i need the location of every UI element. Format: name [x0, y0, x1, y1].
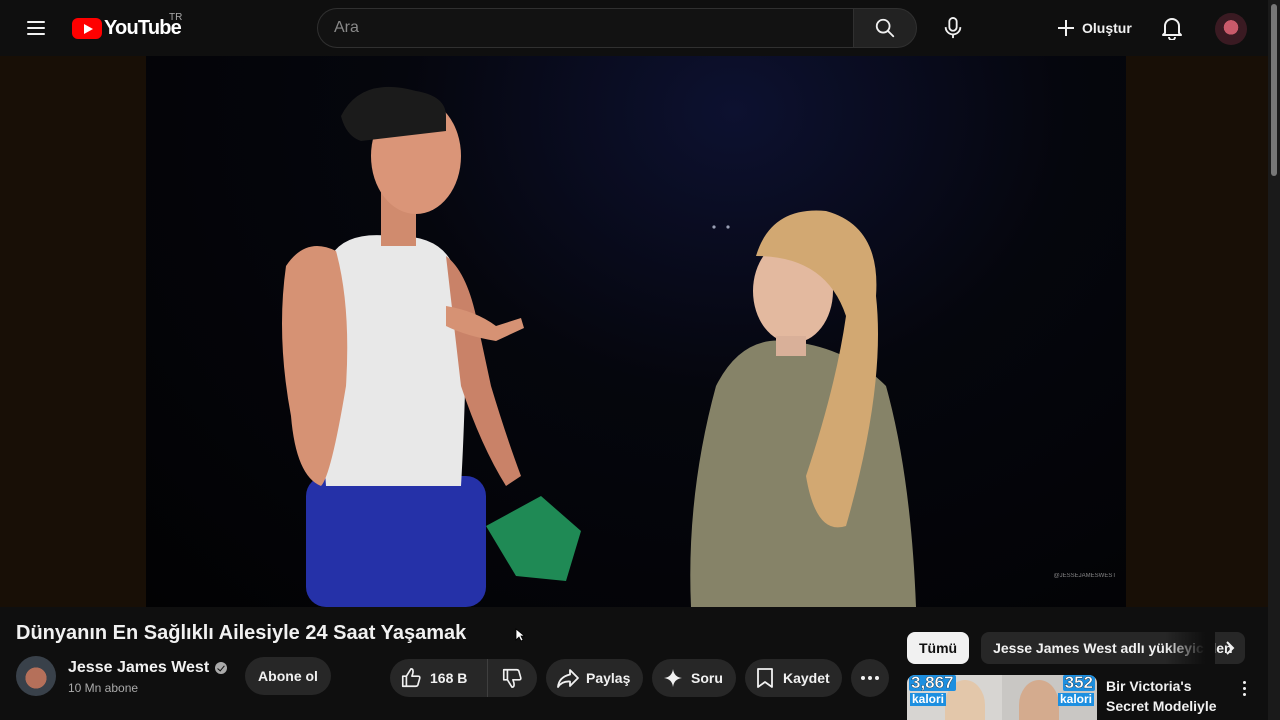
share-button[interactable]: Paylaş [546, 659, 643, 697]
video-frame[interactable]: @JESSEJAMESWEST [146, 56, 1126, 607]
dislike-button[interactable] [488, 659, 536, 697]
more-actions-button[interactable] [851, 659, 889, 697]
bell-icon [1162, 18, 1182, 40]
more-horizontal-icon [861, 676, 879, 680]
bookmark-icon [757, 668, 773, 688]
plus-icon [1058, 20, 1074, 36]
search-box [317, 8, 854, 48]
thumb-left-number: 3,867 [909, 675, 956, 692]
video-scene [282, 86, 916, 607]
youtube-logo-icon [72, 17, 102, 39]
more-vertical-icon[interactable] [1236, 678, 1252, 698]
man-figure [282, 86, 581, 607]
chip-fade [1165, 631, 1215, 664]
voice-search-button[interactable] [933, 8, 973, 48]
thumb-person-right [1019, 680, 1059, 720]
mouse-cursor-icon [515, 628, 525, 642]
chevron-right-icon [1226, 641, 1235, 655]
search-input[interactable] [318, 9, 854, 47]
search-button[interactable] [853, 8, 917, 48]
youtube-logo[interactable]: YouTube [72, 16, 182, 40]
account-avatar[interactable] [1215, 13, 1247, 45]
search-icon [875, 18, 895, 38]
share-label: Paylaş [586, 670, 631, 686]
share-icon [557, 669, 579, 688]
channel-name[interactable]: Jesse James West [68, 659, 209, 677]
ask-button[interactable]: Soru [652, 659, 736, 697]
country-code: TR [169, 12, 183, 23]
subscribe-button[interactable]: Abone ol [245, 657, 331, 695]
create-button[interactable]: Oluştur [1044, 10, 1144, 46]
thumb-up-icon [401, 668, 421, 688]
recommendation-thumbnail[interactable]: 3,867 kalori 352 kalori [907, 675, 1097, 720]
channel-avatar[interactable] [16, 656, 56, 696]
chips-next-button[interactable] [1214, 632, 1246, 664]
save-button[interactable]: Kaydet [745, 659, 842, 697]
channel-name-row[interactable]: Jesse James West [68, 659, 228, 677]
masthead: YouTube TR Oluştur [0, 0, 1268, 56]
verified-icon [215, 662, 228, 674]
microphone-icon [944, 17, 962, 39]
like-button[interactable]: 168 B [390, 659, 488, 697]
thumb-left-unit: kalori [910, 692, 947, 706]
chip-all[interactable]: Tümü [907, 631, 970, 664]
page-scrollbar[interactable] [1268, 0, 1280, 720]
sparkle-icon [664, 669, 682, 687]
like-count: 168 B [430, 670, 468, 686]
thumb-right-number: 352 [1062, 675, 1095, 692]
thumb-down-icon [502, 668, 522, 688]
scrollbar-thumb[interactable] [1271, 4, 1277, 176]
video-watermark: @JESSEJAMESWEST [1053, 573, 1116, 579]
video-title: Dünyanın En Sağlıklı Ailesiyle 24 Saat Y… [16, 622, 467, 644]
save-label: Kaydet [783, 670, 830, 686]
video-player[interactable]: @JESSEJAMESWEST [0, 56, 1268, 607]
recommendation-title[interactable]: Bir Victoria's Secret Modeliyle Diyetim.… [1106, 676, 1232, 720]
notifications-button[interactable] [1152, 8, 1192, 48]
create-label: Oluştur [1082, 20, 1132, 36]
thumb-right-unit: kalori [1057, 692, 1094, 706]
menu-icon[interactable] [16, 12, 56, 44]
like-dislike-group: 168 B [390, 659, 537, 697]
woman-figure [690, 210, 916, 607]
subscriber-count: 10 Mn abone [68, 681, 139, 695]
ask-label: Soru [691, 670, 723, 686]
